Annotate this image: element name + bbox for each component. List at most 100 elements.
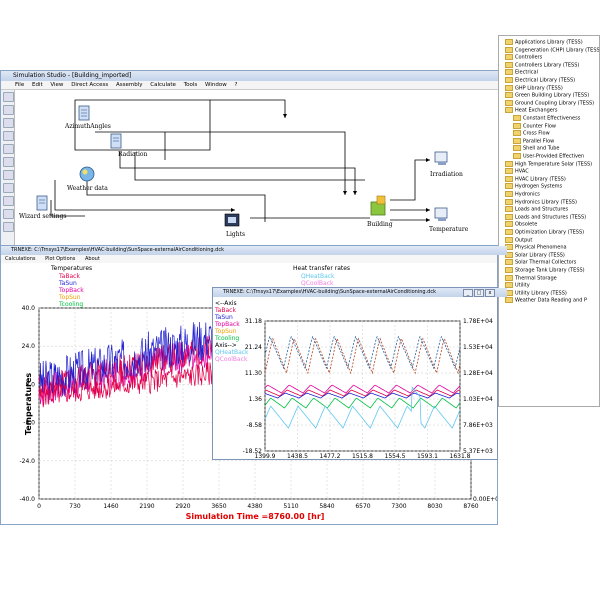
zoom-out-icon[interactable] bbox=[3, 131, 14, 141]
lights-component[interactable]: Lights bbox=[224, 213, 245, 238]
component-library-tree[interactable]: Applications Library (TESS) Cogeneration … bbox=[498, 35, 600, 407]
folder-icon bbox=[505, 191, 513, 197]
library-item[interactable]: Counter Flow bbox=[513, 122, 556, 130]
wire-tool-icon[interactable] bbox=[3, 196, 14, 206]
building-component[interactable]: Building bbox=[367, 195, 393, 228]
menu-file[interactable]: File bbox=[15, 82, 24, 88]
library-item-label: Hydronics Library (TESS) bbox=[515, 199, 577, 206]
menu-help[interactable]: ? bbox=[234, 82, 237, 88]
x-tick-label: 5110 bbox=[283, 503, 298, 510]
library-item[interactable]: Solar Thermal Collectors bbox=[505, 259, 576, 266]
library-item[interactable]: Controllers bbox=[505, 54, 542, 61]
connect-tool-icon[interactable] bbox=[3, 170, 14, 180]
library-item[interactable]: Weather Data Reading and P bbox=[505, 297, 587, 304]
folder-icon bbox=[505, 99, 513, 106]
menu-assembly[interactable]: Assembly bbox=[116, 82, 143, 88]
library-item[interactable]: Loads and Structures bbox=[505, 206, 568, 213]
library-item[interactable]: Green Building Library (TESS) bbox=[505, 92, 589, 99]
temperature-component[interactable]: Temperature bbox=[429, 207, 469, 233]
library-item[interactable]: Storage Tank Library (TESS) bbox=[505, 267, 585, 274]
y-tick-label-right: 1.03E+04 bbox=[463, 396, 493, 403]
library-item[interactable]: Output bbox=[505, 236, 532, 243]
library-item[interactable]: Thermal Storage bbox=[505, 274, 557, 282]
library-item[interactable]: Optimization Library (TESS) bbox=[505, 229, 584, 236]
library-item-label: Shell and Tube bbox=[523, 145, 560, 152]
library-item[interactable]: Controllers Library (TESS) bbox=[505, 61, 579, 68]
library-item[interactable]: Cross Flow bbox=[513, 130, 550, 137]
irradiation-label: Irradiation bbox=[430, 171, 463, 178]
library-item[interactable]: HVAC Library (TESS) bbox=[505, 175, 566, 183]
library-item[interactable]: Heat Exchangers bbox=[505, 107, 558, 114]
folder-icon bbox=[505, 175, 513, 182]
right-axis-tick: 0.00E+00 bbox=[473, 496, 497, 503]
library-item[interactable]: Obsolete bbox=[505, 221, 537, 228]
radiation-component[interactable]: Radiation bbox=[110, 133, 148, 158]
folder-icon bbox=[513, 122, 521, 129]
pan-tool-icon[interactable] bbox=[3, 105, 14, 115]
assembly-canvas[interactable]: AzimuthAngles Radiation Weather data Wiz… bbox=[15, 90, 498, 250]
library-item[interactable]: Shell and Tube bbox=[513, 145, 560, 152]
library-item[interactable]: High Temperature Solar (TESS) bbox=[505, 160, 592, 167]
library-item-label: Cross Flow bbox=[523, 130, 550, 137]
zoom-tool-icon[interactable] bbox=[3, 118, 14, 128]
wizard-settings-component[interactable]: Wizard settings bbox=[19, 195, 67, 220]
library-item[interactable]: Utility bbox=[505, 282, 530, 289]
menu-direct-access[interactable]: Direct Access bbox=[71, 82, 108, 88]
library-item[interactable]: GHP Library (TESS) bbox=[505, 84, 563, 92]
library-item-label: Loads and Structures bbox=[515, 206, 569, 213]
library-item-label: GHP Library (TESS) bbox=[515, 85, 563, 92]
menu-window[interactable]: Window bbox=[205, 82, 227, 88]
folder-icon bbox=[505, 259, 513, 266]
library-item[interactable]: Physical Phenomena bbox=[505, 244, 567, 251]
library-item-label: HVAC Library (TESS) bbox=[515, 176, 566, 183]
library-item[interactable]: Solar Library (TESS) bbox=[505, 251, 565, 258]
x-tick-label: 8760 bbox=[463, 503, 478, 510]
select-tool-icon[interactable] bbox=[3, 92, 14, 102]
library-item[interactable]: Hydronics Library (TESS) bbox=[505, 198, 577, 206]
x-tick-label: 1515.8 bbox=[352, 453, 373, 459]
library-item[interactable]: Electrical bbox=[505, 69, 538, 76]
studio-title: Simulation Studio - [Building_imported] bbox=[13, 72, 132, 79]
wizard-label: Wizard settings bbox=[19, 213, 67, 220]
info-tool-icon[interactable] bbox=[3, 183, 14, 193]
library-item-label: User-Provided Effectiven bbox=[523, 153, 585, 160]
library-item[interactable]: Cogeneration (CHP) Library (TESS) bbox=[505, 46, 599, 53]
library-item[interactable]: Hydrogen Systems bbox=[505, 183, 562, 190]
library-item[interactable]: HVAC bbox=[505, 168, 529, 175]
x-tick-label: 1438.5 bbox=[287, 453, 308, 459]
link-tool-icon[interactable] bbox=[3, 144, 14, 154]
menu-calculate[interactable]: Calculate bbox=[150, 82, 176, 88]
library-item[interactable]: Electrical Library (TESS) bbox=[505, 77, 575, 84]
library-item[interactable]: Parallel Flow bbox=[513, 137, 554, 144]
irradiation-component[interactable]: Irradiation bbox=[430, 151, 463, 178]
delete-tool-icon[interactable] bbox=[3, 157, 14, 167]
weather-data-component[interactable]: Weather data bbox=[67, 166, 108, 192]
y-tick-label-left: 1.36 bbox=[249, 396, 263, 403]
menu-edit[interactable]: Edit bbox=[32, 82, 43, 88]
y-tick-label-left: 21.24 bbox=[245, 344, 262, 351]
grid-tool-icon[interactable] bbox=[3, 222, 14, 232]
azimuth-angles-component[interactable]: AzimuthAngles bbox=[64, 105, 111, 130]
library-item[interactable]: Ground Coupling Library (TESS) bbox=[505, 99, 595, 107]
library-item-label: Counter Flow bbox=[523, 123, 556, 130]
library-item-label: Green Building Library (TESS) bbox=[515, 92, 590, 99]
library-item[interactable]: Utility Library (TESS) bbox=[505, 289, 567, 296]
x-tick-label: 1477.2 bbox=[320, 453, 341, 459]
menu-view[interactable]: View bbox=[50, 82, 63, 88]
library-item-label: Constant Effectiveness bbox=[523, 115, 581, 122]
library-item[interactable]: Applications Library (TESS) bbox=[505, 39, 583, 46]
library-item[interactable]: Hydronics bbox=[505, 191, 540, 198]
y-tick-label-left: 11.30 bbox=[245, 370, 262, 377]
x-tick-label: 3650 bbox=[211, 503, 226, 510]
library-item[interactable]: Constant Effectiveness bbox=[513, 115, 580, 122]
library-item[interactable]: User-Provided Effectiven bbox=[513, 153, 584, 160]
library-item-label: Ground Coupling Library (TESS) bbox=[515, 100, 595, 107]
text-tool-icon[interactable] bbox=[3, 209, 14, 219]
folder-icon bbox=[505, 206, 513, 213]
menu-tools[interactable]: Tools bbox=[184, 82, 198, 88]
folder-icon bbox=[505, 39, 513, 45]
folder-icon bbox=[505, 198, 513, 205]
library-item-label: Thermal Storage bbox=[515, 275, 557, 282]
library-item[interactable]: Loads and Structures (TESS) bbox=[505, 213, 586, 220]
vertical-toolbar bbox=[1, 90, 15, 250]
